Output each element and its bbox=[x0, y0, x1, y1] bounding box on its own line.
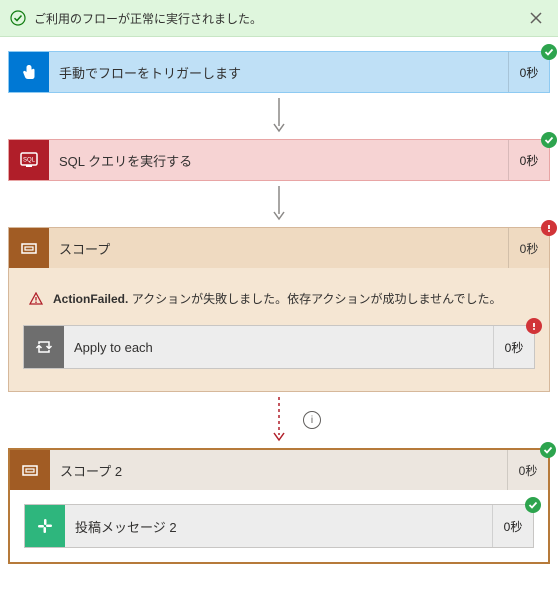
step-title: 投稿メッセージ 2 bbox=[65, 505, 492, 547]
status-success-icon bbox=[525, 497, 541, 513]
step-duration: 0秒 bbox=[493, 326, 534, 368]
arrow-down bbox=[8, 181, 550, 227]
success-icon bbox=[10, 10, 26, 26]
manual-trigger-icon bbox=[9, 52, 49, 92]
post-message-step[interactable]: 投稿メッセージ 2 0秒 bbox=[24, 504, 534, 548]
scope-icon bbox=[10, 450, 50, 490]
flow-canvas: 手動でフローをトリガーします 0秒 SQL SQL クエリを実行する 0秒 bbox=[0, 37, 558, 584]
step-title: Apply to each bbox=[64, 326, 493, 368]
apply-to-each-step[interactable]: Apply to each 0秒 bbox=[23, 325, 535, 369]
scope-body: 投稿メッセージ 2 0秒 bbox=[10, 490, 548, 562]
error-message: ActionFailed. アクションが失敗しました。依存アクションが成功しませ… bbox=[29, 290, 531, 307]
step-title: スコープ bbox=[49, 228, 508, 268]
arrow-down-conditional: i bbox=[8, 392, 550, 448]
trigger-step[interactable]: 手動でフローをトリガーします 0秒 bbox=[8, 51, 550, 93]
step-duration: 0秒 bbox=[492, 505, 533, 547]
info-icon[interactable]: i bbox=[303, 411, 321, 429]
sql-step[interactable]: SQL SQL クエリを実行する 0秒 bbox=[8, 139, 550, 181]
status-error-icon bbox=[526, 318, 542, 334]
arrow-down bbox=[8, 93, 550, 139]
slack-icon bbox=[25, 505, 65, 547]
step-title: 手動でフローをトリガーします bbox=[49, 52, 508, 92]
scope-header[interactable]: スコープ 0秒 bbox=[9, 228, 549, 268]
step-title: SQL クエリを実行する bbox=[49, 140, 508, 180]
scope-step[interactable]: スコープ 0秒 ActionFailed. アクションが失敗しました。依存アクシ… bbox=[8, 227, 550, 392]
step-title: スコープ 2 bbox=[50, 450, 507, 490]
sql-icon: SQL bbox=[9, 140, 49, 180]
scope-icon bbox=[9, 228, 49, 268]
status-success-icon bbox=[541, 132, 557, 148]
warning-icon bbox=[29, 292, 43, 306]
banner-message: ご利用のフローが正常に実行されました。 bbox=[34, 10, 524, 27]
scope-header[interactable]: スコープ 2 0秒 bbox=[10, 450, 548, 490]
scope-body: ActionFailed. アクションが失敗しました。依存アクションが成功しませ… bbox=[9, 268, 549, 391]
status-success-icon bbox=[540, 442, 556, 458]
close-icon[interactable] bbox=[524, 6, 548, 30]
status-error-icon bbox=[541, 220, 557, 236]
status-success-icon bbox=[541, 44, 557, 60]
scope2-step[interactable]: スコープ 2 0秒 投稿メッセージ 2 0秒 bbox=[8, 448, 550, 564]
run-status-banner: ご利用のフローが正常に実行されました。 bbox=[0, 0, 558, 37]
error-text: ActionFailed. アクションが失敗しました。依存アクションが成功しませ… bbox=[53, 290, 502, 307]
loop-icon bbox=[24, 326, 64, 368]
svg-text:SQL: SQL bbox=[23, 158, 36, 164]
